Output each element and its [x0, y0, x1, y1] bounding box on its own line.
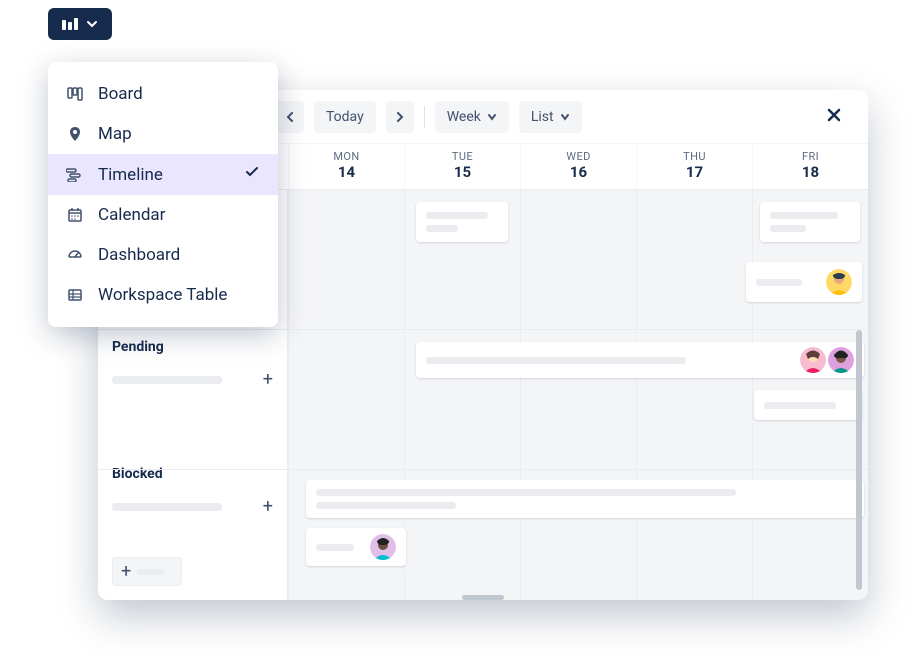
- avatar: [826, 269, 852, 295]
- close-icon: [826, 107, 842, 123]
- view-item-label: Calendar: [98, 205, 165, 225]
- view-switcher-button[interactable]: [48, 8, 112, 40]
- day-name: MON: [289, 150, 404, 163]
- vertical-scrollbar[interactable]: [856, 330, 862, 590]
- view-item-timeline[interactable]: Timeline: [48, 154, 278, 195]
- today-label: Today: [326, 109, 364, 125]
- avatar: [828, 347, 854, 373]
- view-item-label: Dashboard: [98, 245, 180, 265]
- chevron-down-icon: [487, 112, 497, 122]
- view-dropdown-menu: Board Map Timeline Calendar Dashboard Wo…: [48, 62, 278, 327]
- day-header: FRI 18: [752, 144, 868, 189]
- timeline-card[interactable]: [754, 390, 862, 420]
- resize-handle[interactable]: [462, 595, 504, 600]
- next-button[interactable]: [386, 101, 414, 133]
- view-item-label: Workspace Table: [98, 285, 227, 305]
- skeleton-line: [426, 357, 686, 364]
- add-item-button[interactable]: +: [263, 369, 273, 390]
- today-button[interactable]: Today: [314, 101, 376, 133]
- skeleton-line: [137, 569, 165, 575]
- calendar-icon: [66, 206, 84, 224]
- skeleton-line: [764, 402, 836, 409]
- prev-button[interactable]: [276, 101, 304, 133]
- timeline-card[interactable]: [416, 202, 508, 242]
- view-item-calendar[interactable]: Calendar: [48, 195, 278, 235]
- timeline-card[interactable]: [416, 342, 864, 378]
- skeleton-line: [770, 212, 838, 219]
- day-number: 17: [637, 163, 752, 181]
- plus-icon: +: [121, 561, 131, 582]
- view-item-board[interactable]: Board: [48, 74, 278, 114]
- skeleton-line: [316, 502, 456, 509]
- day-header: WED 16: [520, 144, 636, 189]
- add-item-button[interactable]: +: [263, 496, 273, 517]
- check-icon: [244, 164, 260, 185]
- kanban-icon: [62, 18, 78, 30]
- view-mode-label: List: [531, 109, 554, 125]
- map-pin-icon: [66, 125, 84, 143]
- avatar: [370, 534, 396, 560]
- timeline-card[interactable]: [306, 528, 406, 566]
- group-title: Pending: [112, 339, 273, 355]
- view-item-map[interactable]: Map: [48, 114, 278, 154]
- day-header: TUE 15: [404, 144, 520, 189]
- day-number: 15: [405, 163, 520, 181]
- view-mode-dropdown[interactable]: List: [519, 101, 582, 133]
- chevron-down-icon: [86, 18, 98, 30]
- view-item-label: Map: [98, 124, 132, 144]
- avatar: [800, 347, 826, 373]
- timeline-card[interactable]: [746, 262, 862, 302]
- group-blocked[interactable]: Blocked +: [98, 450, 287, 529]
- day-header: MON 14: [288, 144, 404, 189]
- skeleton-line: [112, 376, 222, 384]
- view-item-label: Timeline: [98, 165, 163, 185]
- day-number: 14: [289, 163, 404, 181]
- skeleton-line: [316, 544, 354, 551]
- range-dropdown[interactable]: Week: [435, 101, 509, 133]
- day-number: 18: [753, 163, 868, 181]
- table-icon: [66, 286, 84, 304]
- skeleton-line: [316, 489, 736, 496]
- dashboard-icon: [66, 246, 84, 264]
- timeline-card[interactable]: [306, 480, 864, 518]
- view-item-label: Board: [98, 84, 143, 104]
- skeleton-line: [426, 212, 488, 219]
- chevron-right-icon: [395, 112, 405, 122]
- kanban-icon: [66, 85, 84, 103]
- toolbar-separator: [424, 106, 425, 128]
- timeline-card[interactable]: [760, 202, 860, 242]
- day-name: WED: [521, 150, 636, 163]
- timeline-icon: [66, 166, 84, 184]
- view-item-dashboard[interactable]: Dashboard: [48, 235, 278, 275]
- day-header: THU 17: [636, 144, 752, 189]
- chevron-left-icon: [285, 112, 295, 122]
- skeleton-line: [112, 503, 222, 511]
- skeleton-line: [426, 225, 458, 232]
- group-pending[interactable]: Pending +: [98, 323, 287, 402]
- add-card-button[interactable]: +: [112, 557, 182, 586]
- chevron-down-icon: [560, 112, 570, 122]
- day-number: 16: [521, 163, 636, 181]
- skeleton-line: [756, 279, 802, 286]
- day-name: FRI: [753, 150, 868, 163]
- day-name: TUE: [405, 150, 520, 163]
- view-item-workspace-table[interactable]: Workspace Table: [48, 275, 278, 315]
- range-label: Week: [447, 109, 481, 125]
- day-name: THU: [637, 150, 752, 163]
- skeleton-line: [770, 225, 806, 232]
- timeline-grid[interactable]: [288, 190, 868, 600]
- close-button[interactable]: [818, 100, 850, 133]
